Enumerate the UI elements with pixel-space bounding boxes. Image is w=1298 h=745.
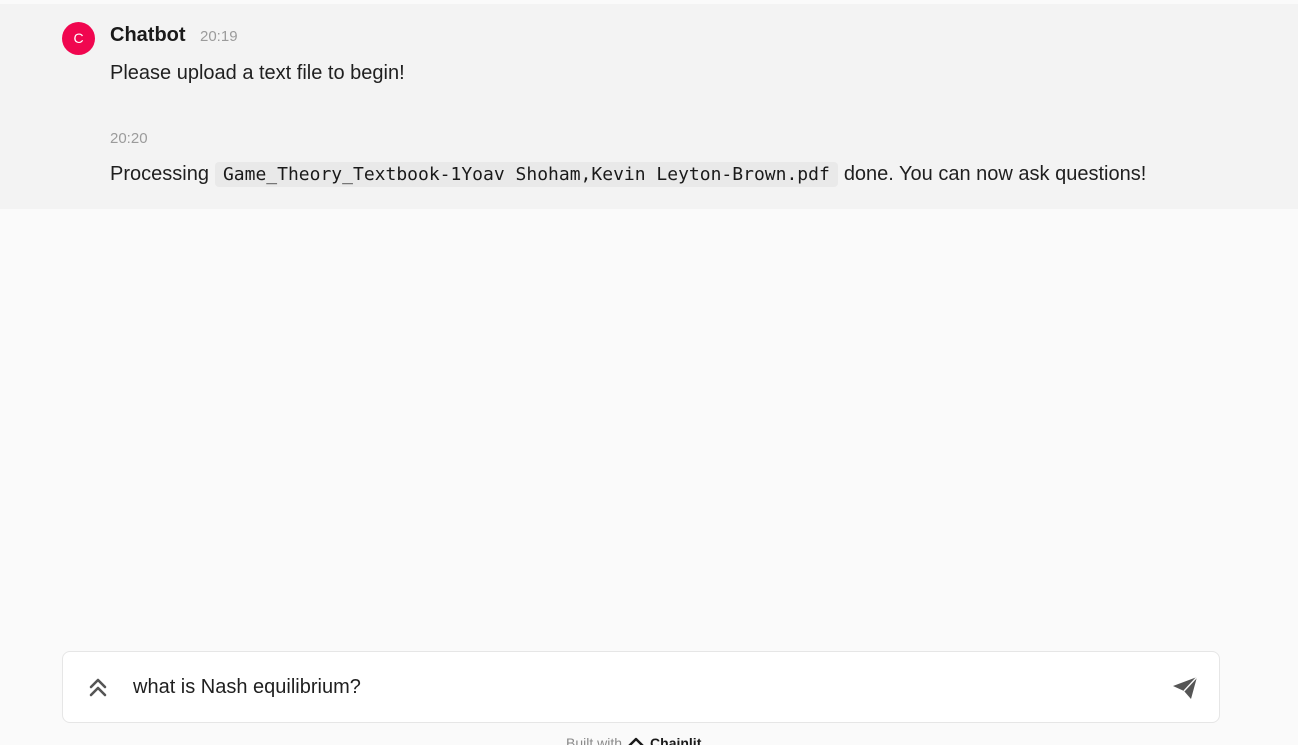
message-author: Chatbot bbox=[110, 24, 186, 46]
filename-code: Game_Theory_Textbook-1Yoav Shoham,Kevin … bbox=[214, 161, 838, 187]
message-timestamp: 20:19 bbox=[200, 28, 238, 45]
message-text-2: Processing Game_Theory_Textbook-1Yoav Sh… bbox=[110, 159, 1146, 189]
settings-button[interactable] bbox=[85, 673, 111, 701]
message-prefix: Processing bbox=[110, 162, 209, 185]
message-timestamp-2: 20:20 bbox=[110, 130, 148, 147]
footer: Built with Chainlit bbox=[566, 735, 701, 745]
message-list: C Chatbot 20:19 Please upload a text fil… bbox=[0, 4, 1298, 209]
message-composer bbox=[62, 651, 1220, 723]
chevrons-up-icon bbox=[89, 678, 107, 697]
footer-text: Built with bbox=[566, 735, 623, 745]
send-button[interactable] bbox=[1171, 674, 1199, 702]
chainlit-logo-icon bbox=[628, 737, 644, 745]
message-suffix: done. You can now ask questions! bbox=[843, 162, 1147, 185]
footer-brand[interactable]: Chainlit bbox=[650, 735, 701, 745]
chat-page: C Chatbot 20:19 Please upload a text fil… bbox=[0, 0, 1298, 745]
send-icon bbox=[1173, 676, 1198, 699]
chat-input[interactable] bbox=[133, 670, 1153, 704]
avatar: C bbox=[62, 22, 95, 55]
message-text: Please upload a text file to begin! bbox=[110, 62, 405, 84]
